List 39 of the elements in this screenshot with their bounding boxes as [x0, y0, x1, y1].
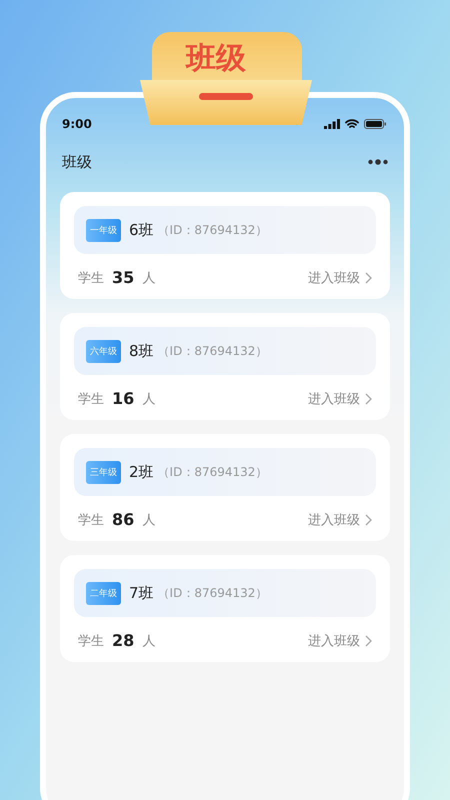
grade-tag: 六年级	[86, 340, 121, 362]
enter-class-link[interactable]: 进入班级	[308, 268, 360, 286]
class-id: （ID：87694132）	[158, 584, 268, 602]
student-unit: 人	[142, 632, 156, 650]
grade-tag: 三年级	[86, 460, 121, 484]
class-name: 2班	[129, 462, 154, 482]
student-count: 35	[112, 268, 134, 287]
student-count: 28	[112, 631, 134, 650]
signal-icon	[324, 119, 340, 129]
student-label: 学生	[78, 512, 104, 528]
class-id: （ID：87694132）	[158, 464, 268, 480]
student-label: 学生	[78, 632, 104, 650]
class-name: 6班	[129, 220, 154, 240]
student-unit: 人	[142, 270, 156, 286]
chevron-right-icon	[365, 634, 372, 646]
class-id: （ID：87694132）	[158, 342, 268, 360]
student-label: 学生	[78, 270, 104, 286]
grade-tag: 一年级	[86, 218, 121, 242]
more-icon[interactable]	[368, 159, 388, 165]
chevron-right-icon	[365, 392, 372, 404]
class-name: 7班	[129, 584, 154, 602]
chevron-right-icon	[365, 514, 372, 526]
enter-class-link[interactable]: 进入班级	[308, 390, 360, 408]
battery-icon	[364, 119, 386, 129]
student-count: 16	[112, 389, 134, 408]
student-unit: 人	[142, 390, 156, 408]
class-name: 8班	[129, 342, 154, 360]
wifi-icon	[345, 119, 359, 129]
enter-class-link[interactable]: 进入班级	[308, 632, 360, 650]
status-time: 9:00	[62, 117, 92, 131]
student-label: 学生	[78, 390, 104, 408]
page-title: 班级	[62, 152, 92, 172]
grade-tag: 二年级	[86, 582, 121, 604]
enter-class-link[interactable]: 进入班级	[308, 510, 360, 528]
class-id: （ID：87694132）	[158, 222, 268, 238]
student-unit: 人	[142, 512, 156, 528]
chevron-right-icon	[365, 272, 372, 284]
student-count: 86	[112, 510, 134, 529]
banner-title: 班级	[186, 44, 246, 74]
